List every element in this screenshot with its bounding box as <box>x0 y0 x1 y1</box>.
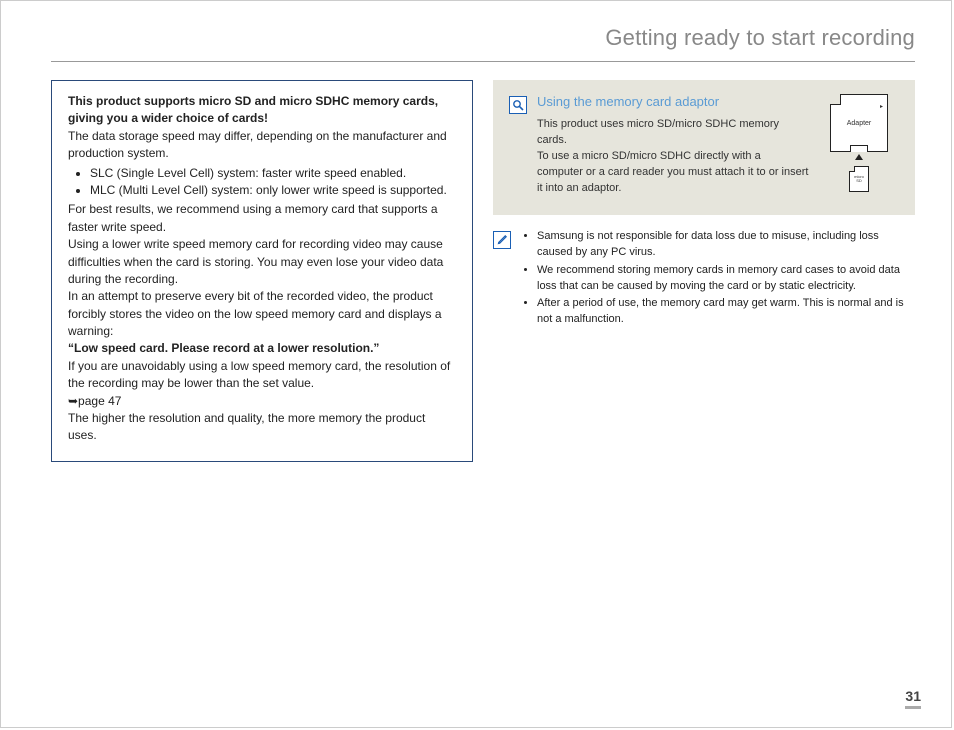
adaptor-info-content: Using the memory card adaptor This produ… <box>537 94 809 197</box>
list-item: MLC (Multi Level Cell) system: only lowe… <box>90 182 456 199</box>
left-column: This product supports micro SD and micro… <box>51 80 473 462</box>
adapter-slot <box>850 145 868 152</box>
paragraph-6: The higher the resolution and quality, t… <box>68 411 425 442</box>
panel-body-2: To use a micro SD/micro SDHC directly wi… <box>537 150 808 194</box>
page-reference: ➥page 47 <box>68 394 121 408</box>
right-column: Using the memory card adaptor This produ… <box>493 80 915 462</box>
content-columns: This product supports micro SD and micro… <box>1 80 951 462</box>
paragraph-5: If you are unavoidably using a low speed… <box>68 359 450 390</box>
adapter-label: Adapter <box>847 120 872 127</box>
paragraph-1: The data storage speed may differ, depen… <box>68 129 447 160</box>
adapter-card-graphic: ▸ Adapter <box>830 94 888 152</box>
note-item: We recommend storing memory cards in mem… <box>537 263 915 295</box>
paragraph-3: Using a lower write speed memory card fo… <box>68 237 443 286</box>
note-item: After a period of use, the memory card m… <box>537 296 915 328</box>
adapter-figure: ▸ Adapter microSD <box>819 94 899 192</box>
note-item: Samsung is not responsible for data loss… <box>537 229 915 261</box>
lock-indicator: ▸ <box>880 103 883 110</box>
note-icon <box>493 231 511 249</box>
adaptor-info-title: Using the memory card adaptor <box>537 94 809 109</box>
cell-system-list: SLC (Single Level Cell) system: faster w… <box>68 165 456 200</box>
panel-body-1: This product uses micro SD/micro SDHC me… <box>537 118 779 146</box>
paragraph-4: In an attempt to preserve every bit of t… <box>68 289 442 338</box>
paragraph-2: For best results, we recommend using a m… <box>68 202 438 233</box>
magnify-icon <box>509 96 527 114</box>
adaptor-info-panel: Using the memory card adaptor This produ… <box>493 80 915 215</box>
warning-text: “Low speed card. Please record at a lowe… <box>68 341 379 355</box>
header-divider <box>51 61 915 62</box>
lead-text: This product supports micro SD and micro… <box>68 94 438 125</box>
page-number: 31 <box>905 688 921 709</box>
memory-card-info-box: This product supports micro SD and micro… <box>51 80 473 462</box>
list-item: SLC (Single Level Cell) system: faster w… <box>90 165 456 182</box>
arrow-up-icon <box>855 154 863 160</box>
notes-list: Samsung is not responsible for data loss… <box>521 229 915 331</box>
notes-row: Samsung is not responsible for data loss… <box>493 229 915 331</box>
adaptor-info-body: This product uses micro SD/micro SDHC me… <box>537 117 809 197</box>
micro-sd-graphic: microSD <box>849 166 869 192</box>
page-title: Getting ready to start recording <box>1 1 951 61</box>
